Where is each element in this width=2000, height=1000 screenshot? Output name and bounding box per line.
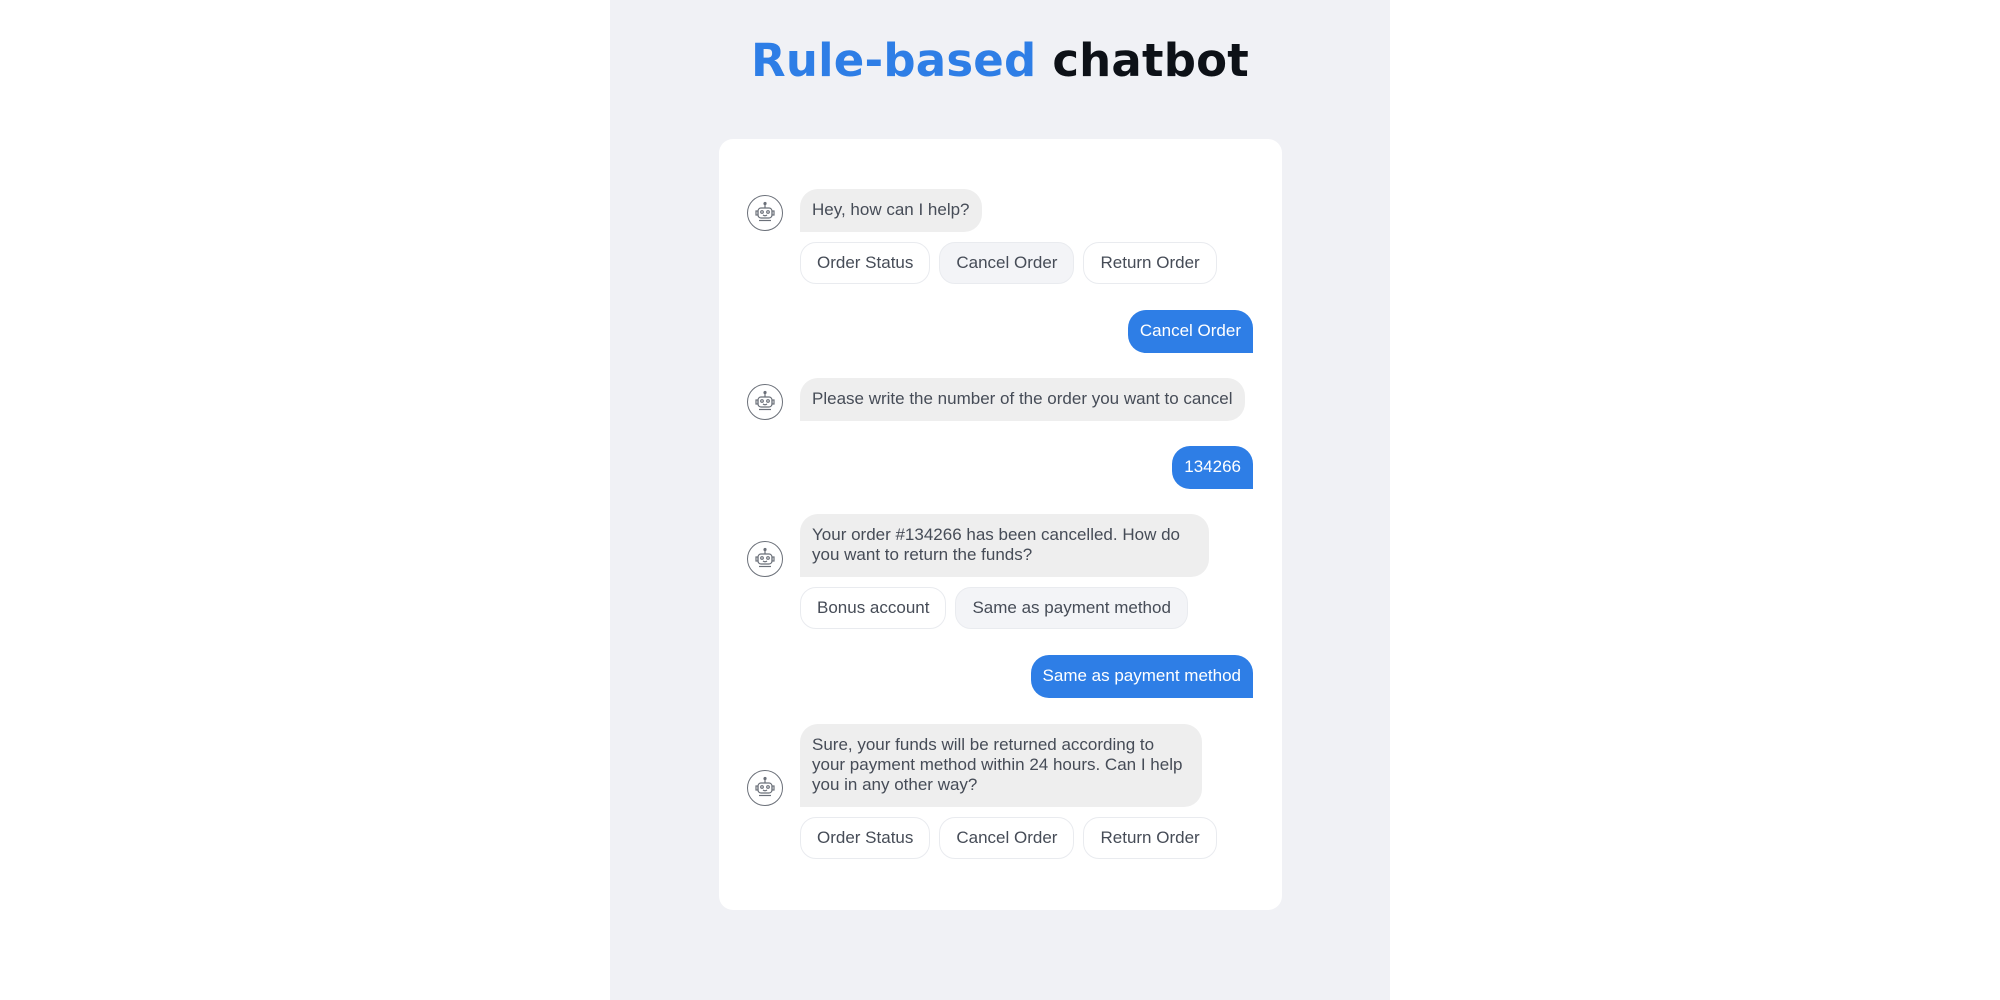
- user-message: Same as payment method: [1030, 655, 1253, 698]
- bot-message: Hey, how can I help?: [800, 189, 982, 232]
- robot-icon: [747, 770, 783, 806]
- option-same-as-payment[interactable]: Same as payment method: [955, 587, 1188, 629]
- quick-replies: Bonus account Same as payment method: [800, 587, 1188, 629]
- quick-replies: Order Status Cancel Order Return Order: [800, 242, 1217, 284]
- chat-card: Hey, how can I help? Order Status Cancel…: [719, 139, 1282, 910]
- bot-message: Please write the number of the order you…: [800, 378, 1245, 421]
- title-accent: Rule-based: [751, 34, 1037, 87]
- robot-icon: [747, 384, 783, 420]
- robot-icon: [747, 195, 783, 231]
- option-cancel-order[interactable]: Cancel Order: [939, 242, 1075, 284]
- option-bonus-account[interactable]: Bonus account: [800, 587, 947, 629]
- option-return-order[interactable]: Return Order: [1083, 242, 1217, 284]
- quick-replies: Order Status Cancel Order Return Order: [800, 817, 1217, 859]
- option-order-status[interactable]: Order Status: [800, 817, 931, 859]
- option-return-order[interactable]: Return Order: [1083, 817, 1217, 859]
- user-message: Cancel Order: [1127, 310, 1253, 353]
- page-title: Rule-based chatbot: [610, 34, 1390, 87]
- bot-message: Your order #134266 has been cancelled. H…: [800, 514, 1209, 577]
- title-rest: chatbot: [1052, 34, 1249, 87]
- option-order-status[interactable]: Order Status: [800, 242, 931, 284]
- option-cancel-order[interactable]: Cancel Order: [939, 817, 1075, 859]
- robot-icon: [747, 541, 783, 577]
- bot-message: Sure, your funds will be returned accord…: [800, 724, 1202, 807]
- user-message: 134266: [1172, 446, 1253, 489]
